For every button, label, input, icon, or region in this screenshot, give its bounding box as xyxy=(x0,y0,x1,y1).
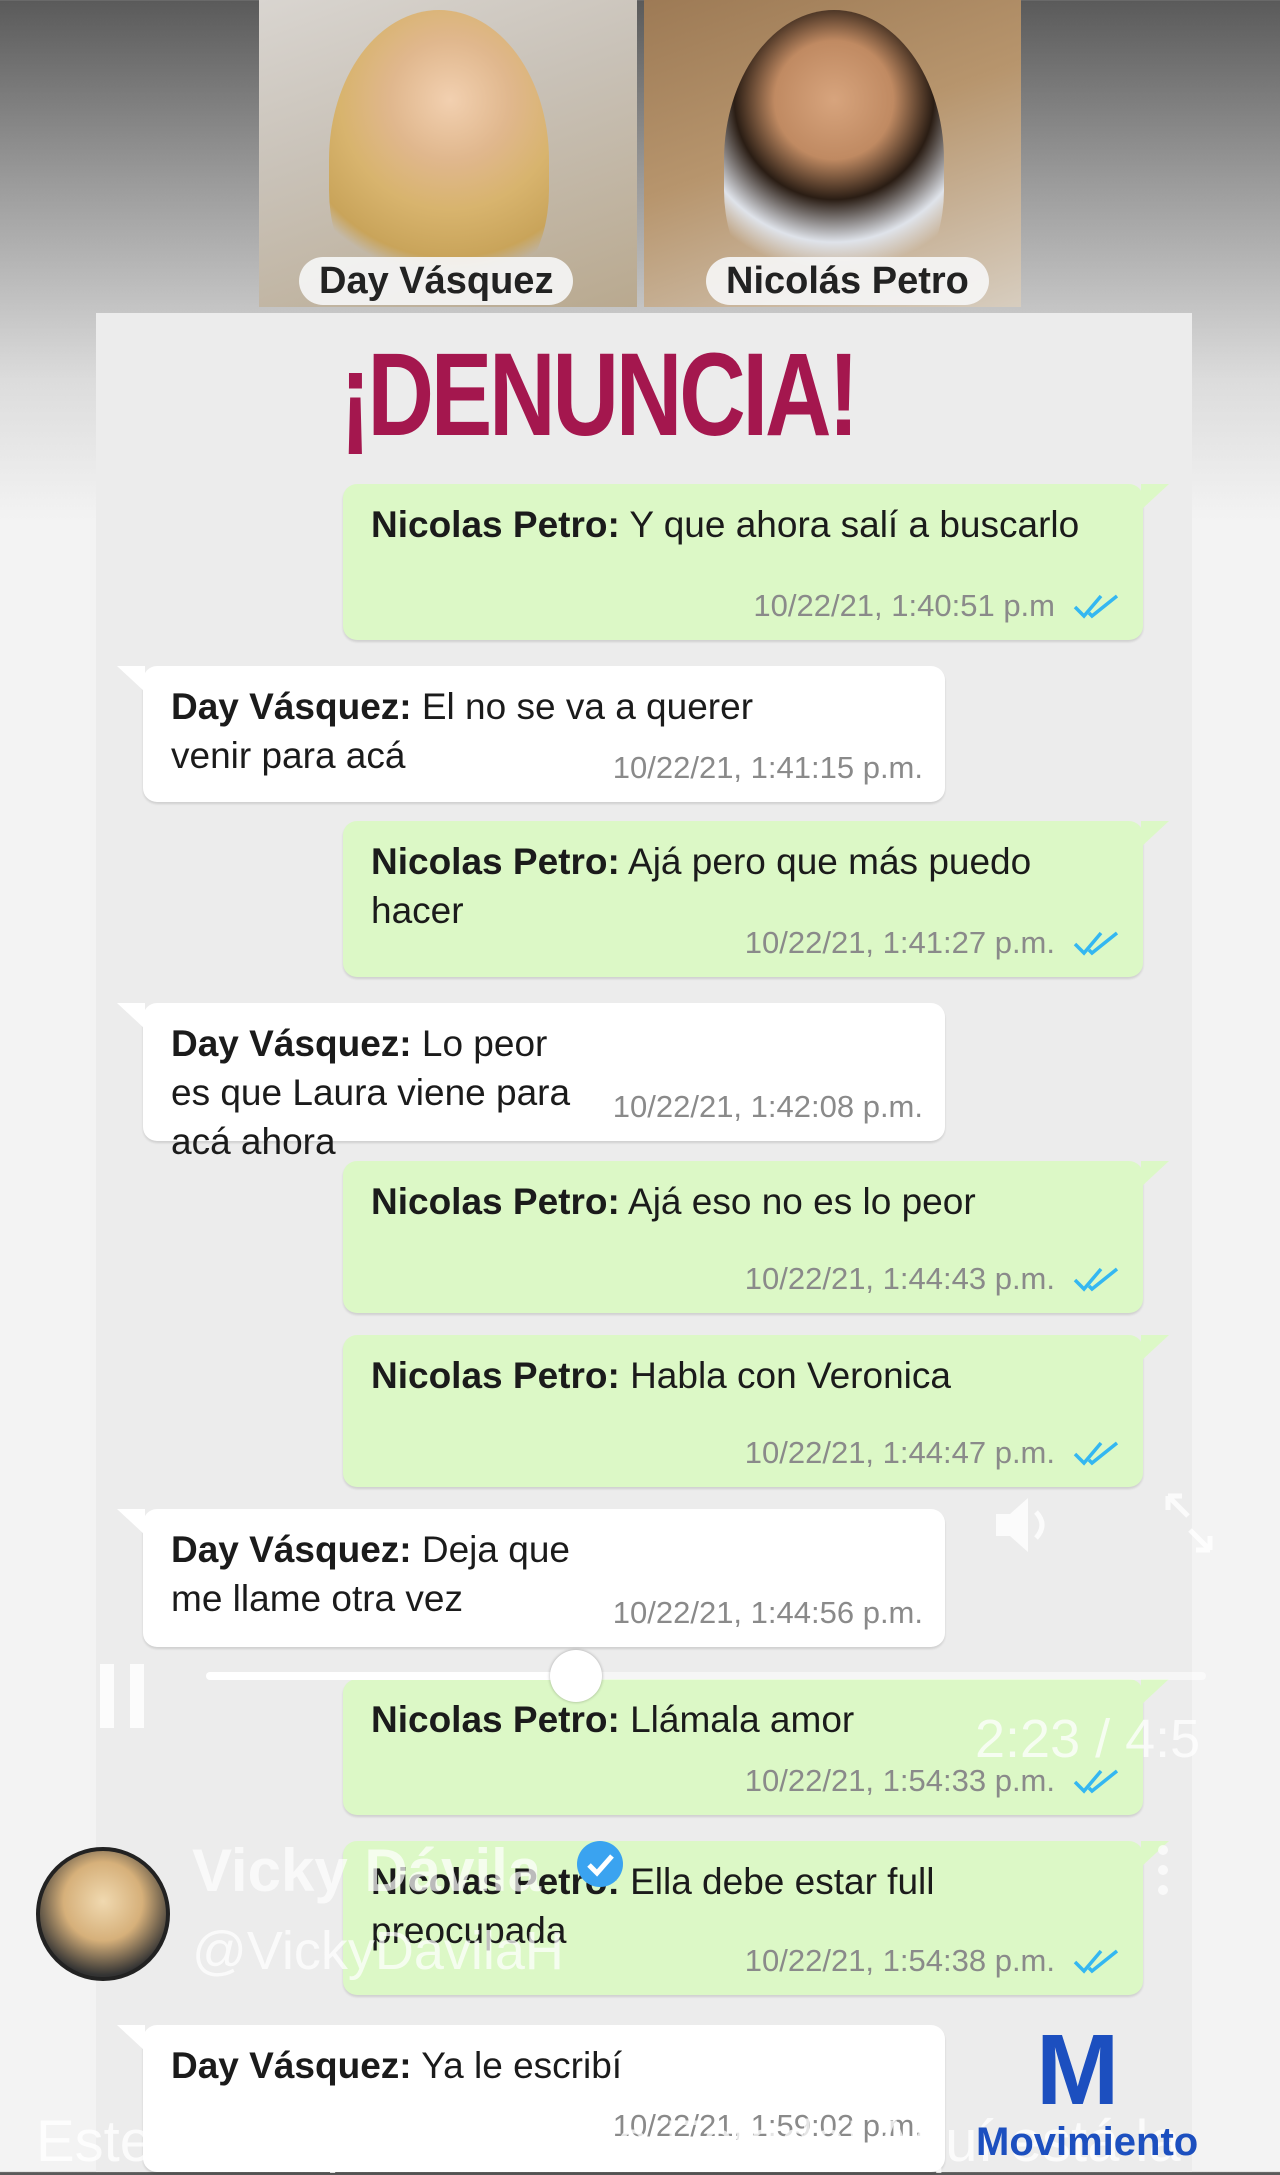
photo-nicolas-petro: Nicolás Petro xyxy=(644,0,1021,307)
message-bubble: Day Vásquez: El no se va a querer venir … xyxy=(117,666,945,802)
double-check-icon xyxy=(1073,593,1121,619)
name-plate-right: Nicolás Petro xyxy=(706,257,989,305)
message-meta: 10/22/21, 1:42:08 p.m. xyxy=(612,1089,923,1124)
double-check-icon xyxy=(1073,930,1121,956)
double-check-icon xyxy=(1073,1266,1121,1292)
message-bubble: Day Vásquez: Ya le escribí 10/22/21, 1:5… xyxy=(117,2025,945,2172)
message-text: Day Vásquez: Ya le escribí xyxy=(171,2045,623,2086)
message-text: Nicolas Petro: Llámala amor xyxy=(371,1699,855,1740)
message-meta: 10/22/21, 1:40:51 p.m xyxy=(753,581,1121,630)
message-meta: 10/22/21, 1:54:38 p.m. xyxy=(745,1936,1121,1985)
message-text: Nicolas Petro: Ajá eso no es lo peor xyxy=(371,1181,976,1222)
photo-day-vasquez: Day Vásquez xyxy=(259,0,637,307)
message-meta: 10/22/21, 1:44:47 p.m. xyxy=(745,1428,1121,1477)
message-text: Day Vásquez: Lo peor es que Laura viene … xyxy=(171,1023,571,1162)
message-bubble: Day Vásquez: Deja que me llame otra vez … xyxy=(117,1509,945,1647)
message-meta: 10/22/21, 1:41:15 p.m. xyxy=(612,750,923,785)
message-bubble: Nicolas Petro: Y que ahora salí a buscar… xyxy=(343,484,1169,640)
message-text: Nicolas Petro: Habla con Veronica xyxy=(371,1355,951,1396)
message-meta: 10/22/21, 1:59:02 p.m. xyxy=(612,2108,923,2143)
message-meta: 10/22/21, 1:44:43 p.m. xyxy=(745,1254,1121,1303)
message-bubble: Nicolas Petro: Llámala amor 10/22/21, 1:… xyxy=(343,1679,1169,1815)
message-meta: 10/22/21, 1:44:56 p.m. xyxy=(612,1595,923,1630)
message-bubble: Day Vásquez: Lo peor es que Laura viene … xyxy=(117,1003,945,1162)
name-plate-left: Day Vásquez xyxy=(299,257,574,305)
video-progress-bar[interactable] xyxy=(206,1650,1206,1702)
message-bubble: Nicolas Petro: Ajá eso no es lo peor 10/… xyxy=(343,1161,1169,1313)
message-meta: 10/22/21, 1:41:27 p.m. xyxy=(745,918,1121,967)
message-bubble: Nicolas Petro: Habla con Veronica 10/22/… xyxy=(343,1335,1169,1487)
headline: ¡DENUNCIA! xyxy=(340,329,859,461)
double-check-icon xyxy=(1073,1768,1121,1794)
avatar[interactable] xyxy=(36,1847,170,1981)
video-progress-knob[interactable] xyxy=(550,1650,602,1702)
message-text: Nicolas Petro: Y que ahora salí a buscar… xyxy=(371,504,1080,545)
message-text: Day Vásquez: Deja que me llame otra vez xyxy=(171,1529,570,1619)
message-bubble: Nicolas Petro: Ajá pero que más puedo ha… xyxy=(343,821,1169,977)
double-check-icon xyxy=(1073,1948,1121,1974)
message-bubble: Nicolas Petro: Ella debe estar full preo… xyxy=(343,1841,1169,1995)
video-progress-fill xyxy=(206,1672,576,1680)
double-check-icon xyxy=(1073,1440,1121,1466)
message-meta: 10/22/21, 1:54:33 p.m. xyxy=(745,1756,1121,1805)
